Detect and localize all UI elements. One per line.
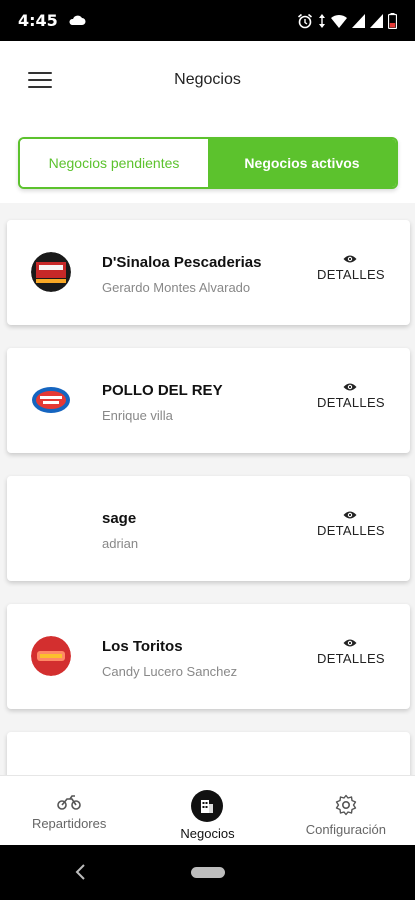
app-bar: Negocios <box>0 41 415 120</box>
details-label: DETALLES <box>317 395 385 410</box>
business-name: POLLO DEL REY <box>102 382 223 399</box>
list-item[interactable]: sage adrian DETALLES <box>7 476 410 581</box>
status-icons <box>297 12 397 29</box>
eye-icon <box>343 383 357 391</box>
business-logo <box>31 636 71 676</box>
data-arrows-icon <box>319 13 325 28</box>
wifi-icon <box>331 14 347 28</box>
eye-icon <box>343 511 357 519</box>
list-item[interactable]: D'Sinaloa Pescaderias Gerardo Montes Alv… <box>7 220 410 325</box>
nav-label: Negocios <box>180 826 235 841</box>
business-owner: Enrique villa <box>102 408 173 423</box>
business-owner: adrian <box>102 536 139 551</box>
business-owner: Gerardo Montes Alvarado <box>102 280 251 295</box>
list-item[interactable]: Los Toritos Candy Lucero Sanchez DETALLE… <box>7 604 410 709</box>
bottom-navigation: Repartidores Negocios Configuración <box>0 775 415 845</box>
page-title: Negocios <box>174 71 241 88</box>
nav-item-repartidores[interactable]: Repartidores <box>0 776 138 845</box>
business-list: D'Sinaloa Pescaderias Gerardo Montes Alv… <box>0 203 415 775</box>
business-name: Los Toritos <box>102 638 183 655</box>
eye-icon <box>343 639 357 647</box>
details-button[interactable]: DETALLES <box>317 254 385 284</box>
building-icon <box>191 790 224 822</box>
business-name: D'Sinaloa Pescaderias <box>102 254 262 271</box>
tab-active-businesses[interactable]: Negocios activos <box>208 139 396 187</box>
details-label: DETALLES <box>317 651 385 666</box>
alarm-icon <box>297 13 313 28</box>
details-button[interactable]: DETALLES <box>317 638 385 668</box>
signal-icon <box>352 13 365 28</box>
list-item[interactable]: POLLO DEL REY Enrique villa DETALLES <box>7 348 410 453</box>
nav-item-configuracion[interactable]: Configuración <box>277 776 415 845</box>
motorcycle-icon <box>57 795 81 810</box>
cloud-icon <box>69 15 86 25</box>
business-status-tabs: Negocios pendientes Negocios activos <box>18 137 398 189</box>
home-pill-button[interactable] <box>191 867 225 878</box>
signal-icon <box>370 13 383 28</box>
details-label: DETALLES <box>317 267 385 282</box>
details-button[interactable]: DETALLES <box>317 382 385 412</box>
tab-pending-businesses[interactable]: Negocios pendientes <box>20 139 208 187</box>
details-label: DETALLES <box>317 523 385 538</box>
business-name: sage <box>102 510 137 527</box>
system-navigation-bar <box>0 845 415 900</box>
nav-item-negocios[interactable]: Negocios <box>138 776 276 845</box>
status-bar: 4:45 <box>0 0 415 41</box>
nav-label: Configuración <box>305 822 386 837</box>
business-logo <box>31 252 71 292</box>
eye-icon <box>343 255 357 263</box>
gear-icon <box>335 794 357 816</box>
back-icon[interactable] <box>74 863 86 881</box>
business-logo <box>31 380 71 420</box>
business-owner: Candy Lucero Sanchez <box>102 664 238 679</box>
battery-low-icon <box>388 12 397 29</box>
details-button[interactable]: DETALLES <box>317 510 385 540</box>
list-item[interactable] <box>7 732 410 775</box>
nav-label: Repartidores <box>31 816 107 831</box>
status-time: 4:45 <box>18 11 58 30</box>
